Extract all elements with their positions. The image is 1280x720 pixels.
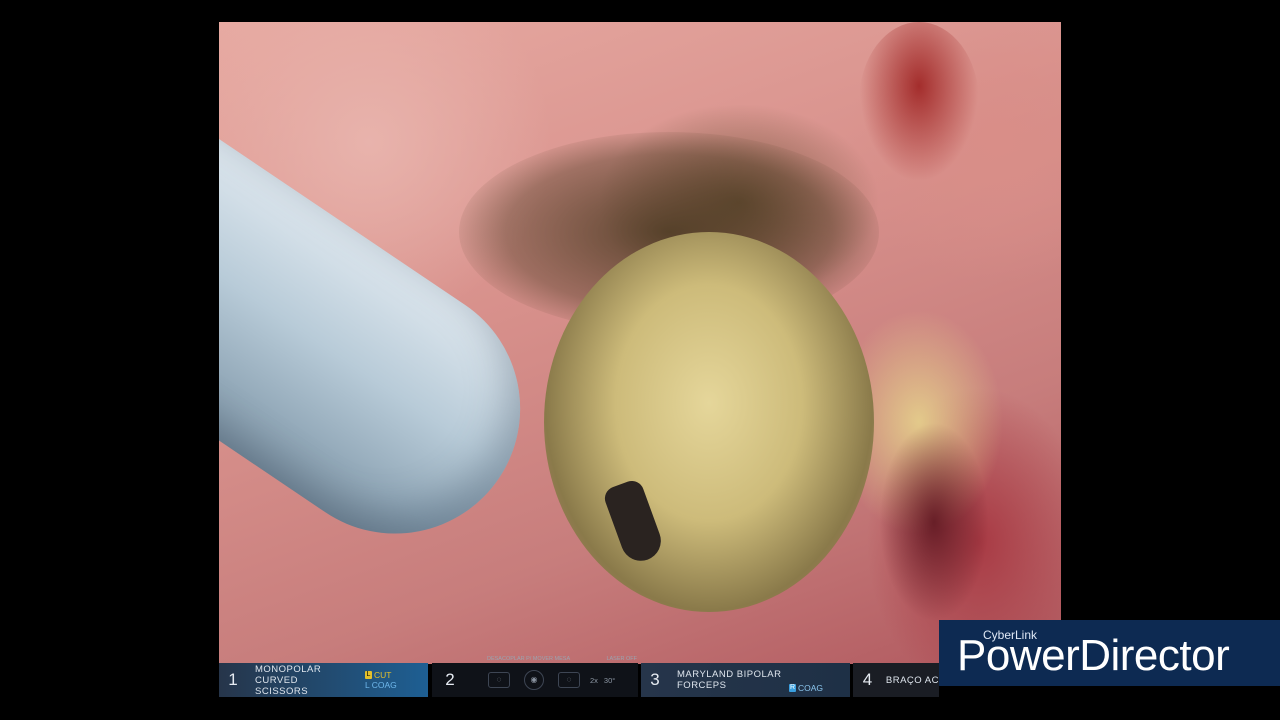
coag-key-icon: L — [365, 680, 370, 690]
slot-3-label-line1: MARYLAND BIPOLAR — [677, 669, 782, 680]
slot-3-label: MARYLAND BIPOLAR FORCEPS — [677, 669, 789, 691]
slot-4-label: BRAÇO AC — [885, 674, 939, 686]
hud-center-controls: ◌ ◉ ◌ — [488, 670, 580, 690]
hud-slot-2: 2 ◌ ◉ ◌ 2x 30° — [432, 663, 638, 697]
watermark-brand-big: PowerDirector — [957, 631, 1230, 680]
endoscope-video-feed — [219, 22, 1061, 664]
zoom-level: 2x — [590, 675, 598, 685]
slot-1-mode-cut: L CUT — [365, 670, 397, 680]
camera-center-icon: ◉ — [524, 670, 544, 690]
camera-right-icon: ◌ — [558, 672, 580, 688]
tissue-lesion — [544, 232, 874, 612]
hud-slot-1: 1 MONOPOLAR CURVED SCISSORS L CUT L COAG — [219, 663, 428, 697]
slot-3-label-line2: FORCEPS — [677, 680, 727, 691]
camera-left-icon: ◌ — [488, 672, 510, 688]
hud-slot-3: 3 MARYLAND BIPOLAR FORCEPS R COAG — [641, 663, 850, 697]
slot-3-number: 3 — [650, 670, 660, 689]
slot-1-mode1-label: CUT — [374, 670, 392, 680]
slot-1-label-line2: SCISSORS — [255, 685, 309, 697]
powerdirector-watermark: CyberLink PowerDirector — [939, 620, 1280, 686]
tissue-blood — [859, 22, 979, 182]
slot-3-mode-coag: R COAG — [789, 683, 823, 693]
cut-key-icon: L — [365, 671, 372, 679]
slot-1-number: 1 — [228, 670, 238, 689]
scope-angle: 30° — [603, 675, 616, 685]
slot-1-label-line1: MONOPOLAR CURVED — [255, 663, 322, 686]
slot-1-mode-coag: L COAG — [365, 680, 397, 690]
slot-1-mode2-label: COAG — [371, 680, 397, 690]
tissue-cavity — [879, 422, 989, 622]
hud-slot-4: 4 BRAÇO AC — [853, 663, 939, 697]
slot-2-number: 2 — [445, 670, 455, 689]
slot-1-modes: L CUT L COAG — [365, 670, 397, 690]
coag-r-key-icon: R — [789, 684, 796, 692]
slot-3-mode1-label: COAG — [798, 683, 824, 693]
slot-1-label: MONOPOLAR CURVED SCISSORS — [255, 664, 365, 697]
slot-4-number: 4 — [862, 670, 873, 689]
